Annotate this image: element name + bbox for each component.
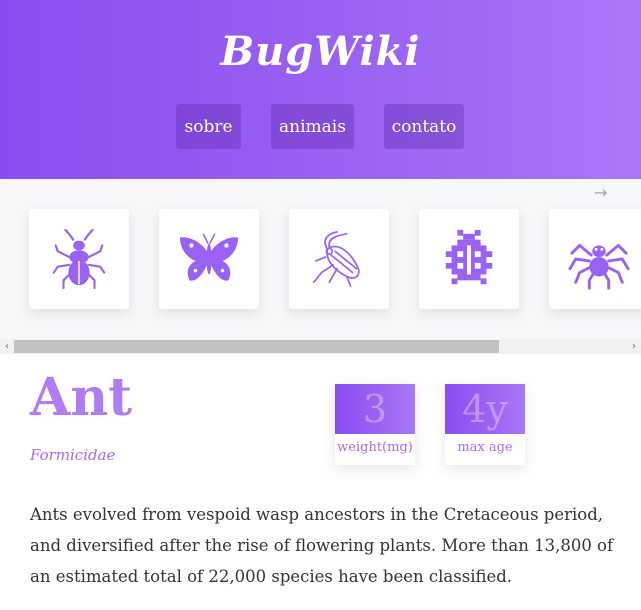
scroll-left-button[interactable]: ‹ — [0, 339, 14, 354]
spider-icon — [568, 243, 630, 290]
scroll-right-button[interactable]: › — [627, 339, 641, 354]
site-header: BugWiki sobre animais contato — [0, 0, 641, 179]
stat-weight: 3 weight(mg) — [335, 384, 415, 465]
carousel-card-cricket[interactable] — [289, 209, 389, 309]
animal-description: Ants evolved from vespoid wasp ancestors… — [30, 505, 614, 586]
ladybug-icon — [445, 229, 493, 285]
carousel-card-spider[interactable] — [549, 209, 641, 309]
stat-max-age-label: max age — [457, 440, 513, 455]
scrollbar-thumb[interactable] — [14, 340, 499, 353]
nav-contato-button[interactable]: contato — [384, 104, 464, 149]
nav-animais-button[interactable]: animais — [271, 104, 354, 149]
stat-max-age: 4y max age — [445, 384, 525, 465]
scroll-right-arrow-icon: → — [594, 183, 608, 202]
nav-sobre-button[interactable]: sobre — [176, 104, 241, 149]
beetle-icon — [52, 228, 106, 290]
carousel-card-butterfly[interactable] — [159, 209, 259, 309]
animal-latin-name: Formicidae — [30, 446, 116, 464]
carousel-scrollbar[interactable]: ‹ › — [0, 339, 641, 354]
cricket-icon — [312, 231, 360, 287]
stat-weight-label: weight(mg) — [337, 440, 413, 455]
carousel-card-beetle[interactable] — [29, 209, 129, 309]
animal-carousel[interactable]: → — [0, 179, 641, 354]
site-logo[interactable]: BugWiki — [0, 28, 641, 75]
stat-weight-value: 3 — [335, 384, 415, 434]
butterfly-icon — [179, 233, 239, 281]
carousel-card-ladybug[interactable] — [419, 209, 519, 309]
stat-max-age-value: 4y — [445, 384, 525, 434]
animal-title: Ant — [30, 367, 133, 428]
